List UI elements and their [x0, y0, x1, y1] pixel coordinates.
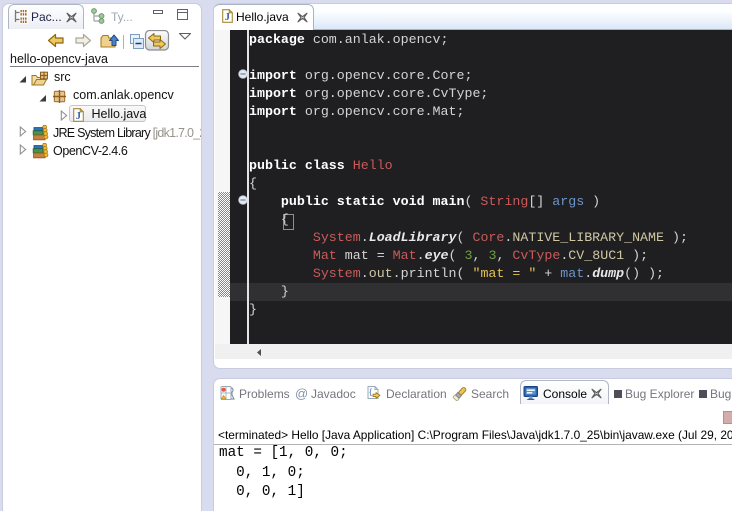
svg-text:{: {: [369, 387, 372, 397]
svg-text:J: J: [225, 12, 230, 23]
svg-text:J: J: [76, 111, 81, 122]
